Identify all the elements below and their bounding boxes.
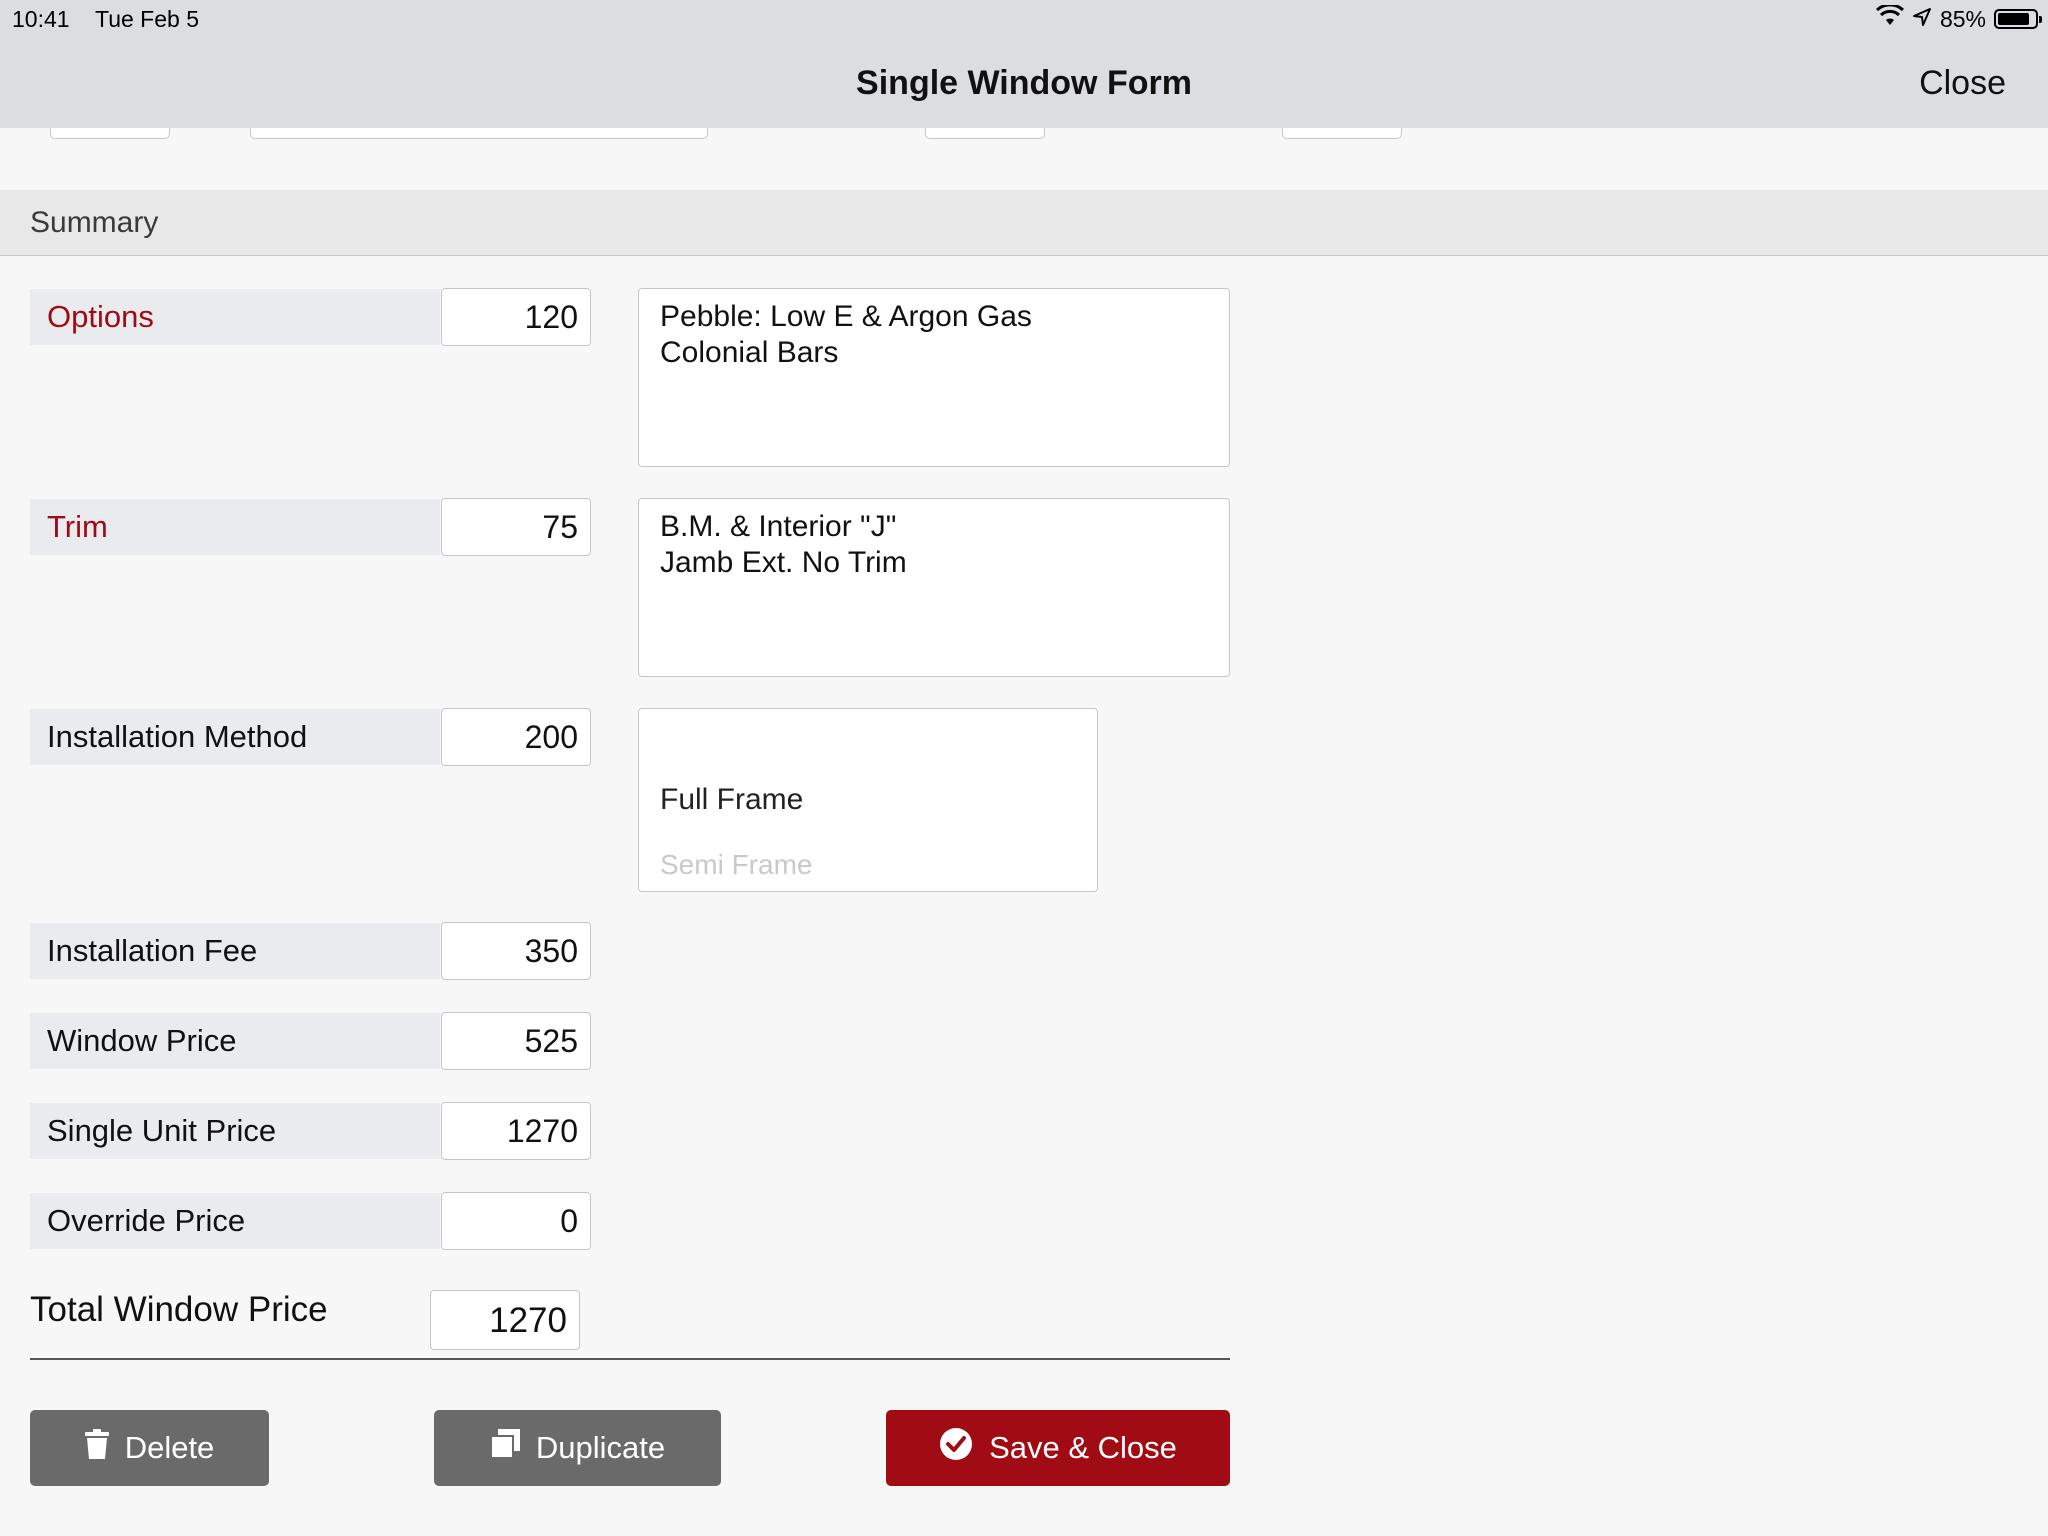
picker-selected-option[interactable]: Full Frame	[660, 783, 803, 817]
battery-fill	[1998, 13, 2029, 25]
installation-method-price-field[interactable]: 200	[441, 708, 591, 766]
field-stub[interactable]	[1282, 128, 1402, 139]
installation-method-picker[interactable]: Full Frame Semi Frame	[638, 708, 1098, 892]
total-window-price-field[interactable]: 1270	[430, 1290, 580, 1350]
single-unit-price-field[interactable]: 1270	[441, 1102, 591, 1160]
picker-next-option[interactable]: Semi Frame	[660, 849, 812, 881]
close-button[interactable]: Close	[1919, 64, 2006, 103]
options-price-field[interactable]: 120	[441, 288, 591, 346]
copy-icon	[489, 1429, 520, 1467]
section-title: Summary	[30, 206, 159, 239]
save-close-button[interactable]: Save & Close	[886, 1410, 1230, 1486]
divider	[30, 1358, 1230, 1360]
battery-icon	[1994, 9, 2042, 29]
status-date: Tue Feb 5	[95, 6, 199, 32]
trim-label[interactable]: Trim	[30, 499, 440, 555]
delete-label: Delete	[124, 1430, 215, 1465]
installation-method-label: Installation Method	[30, 709, 440, 765]
status-indicators: 85%	[1875, 3, 2042, 33]
options-label[interactable]: Options	[30, 289, 440, 345]
field-stub[interactable]	[925, 128, 1045, 139]
override-price-field[interactable]: 0	[441, 1192, 591, 1250]
save-close-label: Save & Close	[989, 1430, 1177, 1465]
page-title: Single Window Form	[856, 64, 1192, 102]
trim-description[interactable]: B.M. & Interior "J" Jamb Ext. No Trim	[638, 498, 1230, 677]
battery-percent: 85%	[1939, 5, 1986, 32]
status-time: 10:41	[12, 6, 70, 32]
check-circle-icon	[939, 1427, 973, 1469]
field-stub[interactable]	[50, 128, 170, 139]
duplicate-label: Duplicate	[535, 1430, 666, 1465]
nav-bar: Single Window Form Close	[0, 40, 2048, 128]
field-stub[interactable]	[250, 128, 708, 139]
window-price-label: Window Price	[30, 1013, 440, 1069]
options-description[interactable]: Pebble: Low E & Argon Gas Colonial Bars	[638, 288, 1230, 467]
override-price-label: Override Price	[30, 1193, 440, 1249]
trim-price-field[interactable]: 75	[441, 498, 591, 556]
section-header-summary: Summary	[0, 190, 2048, 256]
duplicate-button[interactable]: Duplicate	[434, 1410, 721, 1486]
trash-icon	[84, 1429, 109, 1467]
total-window-price-label: Total Window Price	[30, 1290, 328, 1329]
wifi-icon	[1875, 3, 1904, 33]
window-price-field[interactable]: 525	[441, 1012, 591, 1070]
installation-fee-field[interactable]: 350	[441, 922, 591, 980]
single-unit-price-label: Single Unit Price	[30, 1103, 440, 1159]
location-arrow-icon	[1912, 6, 1932, 33]
previous-section-fields	[0, 128, 2048, 190]
status-bar: 10:41 Tue Feb 5 85%	[0, 0, 2048, 40]
installation-fee-label: Installation Fee	[30, 923, 440, 979]
delete-button[interactable]: Delete	[30, 1410, 269, 1486]
